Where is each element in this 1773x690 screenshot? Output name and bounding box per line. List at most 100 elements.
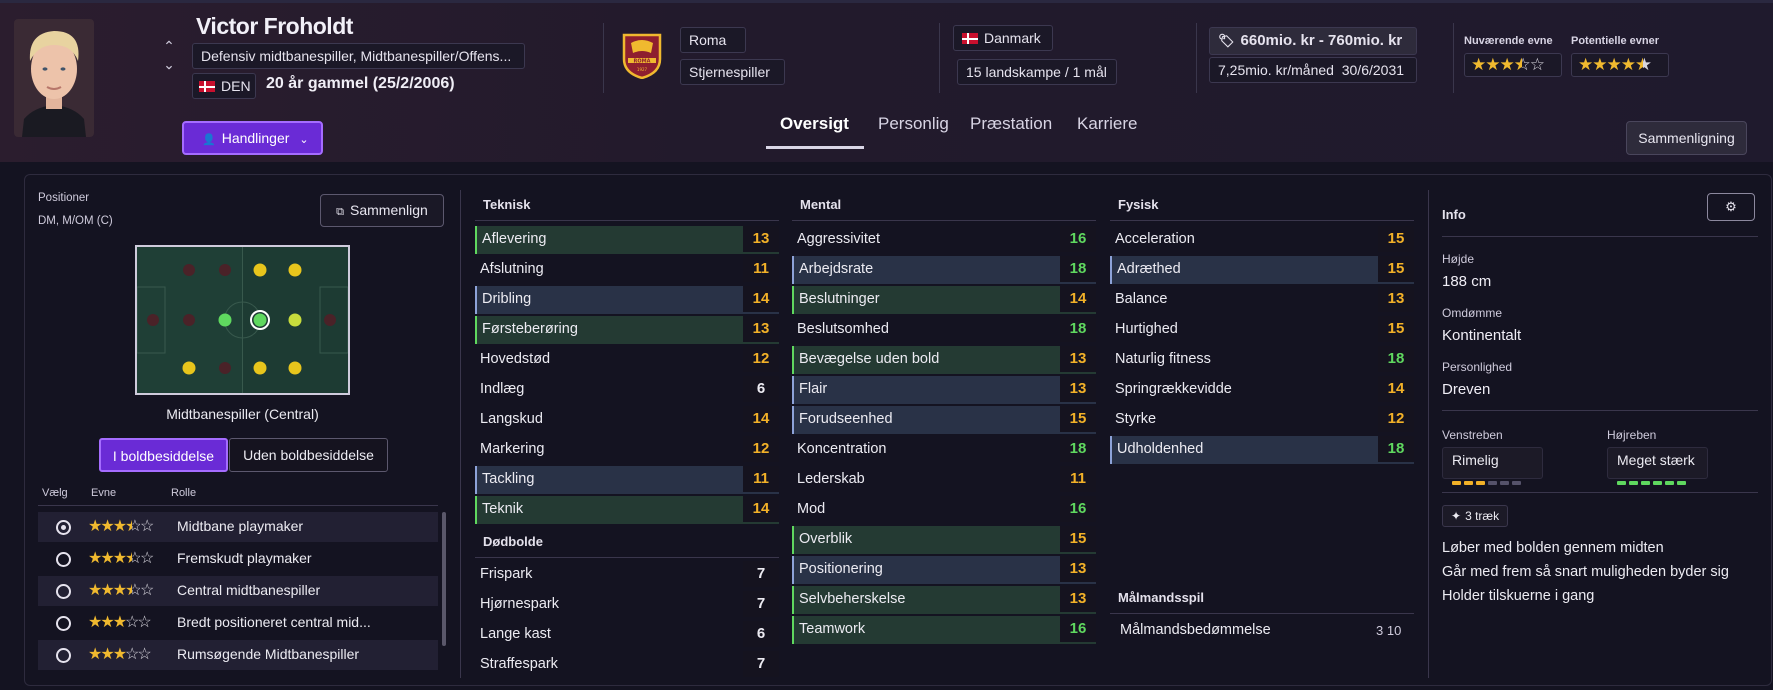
technical-attribute-row[interactable]: Markering 12 <box>475 436 779 464</box>
setpiece-attribute-row[interactable]: Hjørnespark 7 <box>475 591 779 619</box>
physical-title: Fysisk <box>1118 197 1159 212</box>
role-radio[interactable] <box>56 520 71 535</box>
technical-attribute-row[interactable]: Afslutning 11 <box>475 256 779 284</box>
role-row[interactable]: ★★★★☆☆Fremskudt playmaker <box>38 544 438 574</box>
attribute-name: Langskud <box>480 411 543 427</box>
goalkeeping-title: Målmandsspil <box>1118 590 1204 605</box>
attribute-name: Hjørnespark <box>480 596 559 612</box>
physical-attribute-row[interactable]: Balance 13 <box>1110 286 1414 314</box>
attribute-value: 13 <box>1378 286 1414 312</box>
attribute-name: Teamwork <box>799 621 866 637</box>
attribute-name: Markering <box>480 441 545 457</box>
mental-attribute-row[interactable]: Aggressivitet 16 <box>792 226 1096 254</box>
player-header: ⌃ ⌃ Victor Froholdt Defensiv midtbanespi… <box>0 0 1773 162</box>
attribute-value: 18 <box>1378 346 1414 372</box>
technical-attribute-row[interactable]: Teknik 14 <box>475 496 779 524</box>
technical-attribute-row[interactable]: Aflevering 13 <box>475 226 779 254</box>
current-ability-label: Nuværende evne <box>1464 35 1553 47</box>
attribute-name: Lange kast <box>480 626 551 642</box>
attribute-value: 18 <box>1060 436 1096 462</box>
role-name: Rumsøgende Midtbanespiller <box>177 646 360 662</box>
role-radio[interactable] <box>56 552 71 567</box>
comparison-button[interactable]: Sammenligning <box>1626 121 1747 155</box>
role-row[interactable]: ★★★★☆☆Central midtbanespiller <box>38 576 438 606</box>
mental-attribute-row[interactable]: Overblik 15 <box>792 526 1096 554</box>
settings-icon[interactable]: ⚙ <box>1707 193 1755 221</box>
role-stars-half: ★ <box>125 516 132 536</box>
role-row[interactable]: ★★★☆☆ Bredt positioneret central mid... <box>38 608 438 638</box>
mental-attribute-row[interactable]: Flair 13 <box>792 376 1096 404</box>
chevron-up-icon[interactable]: ⌃ <box>160 37 178 55</box>
technical-attribute-row[interactable]: Langskud 14 <box>475 406 779 434</box>
role-radio[interactable] <box>56 616 71 631</box>
technical-attribute-row[interactable]: Dribling 14 <box>475 286 779 314</box>
international-caps: 15 landskampe / 1 mål <box>957 59 1117 85</box>
attribute-name: Mod <box>797 501 826 517</box>
mental-attribute-row[interactable]: Positionering 13 <box>792 556 1096 584</box>
mental-attribute-row[interactable]: Beslutninger 14 <box>792 286 1096 314</box>
chevron-down-icon[interactable]: ⌃ <box>160 55 178 73</box>
user-icon: 👤 <box>202 134 216 146</box>
player-photo <box>14 19 94 137</box>
attribute-value: 11 <box>743 466 779 492</box>
tab-performance[interactable]: Præstation <box>970 114 1052 134</box>
mental-attribute-row[interactable]: Selvbeherskelse 13 <box>792 586 1096 614</box>
tab-overview[interactable]: Oversigt <box>780 114 849 134</box>
mental-attribute-row[interactable]: Bevægelse uden bold 13 <box>792 346 1096 374</box>
mental-attribute-row[interactable]: Beslutsomhed 18 <box>792 316 1096 344</box>
out-of-possession-toggle[interactable]: Uden boldbesiddelse <box>229 438 388 472</box>
physical-attribute-row[interactable]: Springrækkevidde 14 <box>1110 376 1414 404</box>
role-stars-half-empty: ☆ <box>132 518 141 535</box>
attribute-name: Balance <box>1115 291 1168 307</box>
role-stars-full: ★★★ <box>88 518 127 535</box>
mental-attribute-row[interactable]: Arbejdsrate 18 <box>792 256 1096 284</box>
setpiece-attribute-row[interactable]: Frispark 7 <box>475 561 779 589</box>
reputation-value: Kontinentalt <box>1442 327 1522 344</box>
attribute-value: 12 <box>743 436 779 462</box>
mental-attribute-row[interactable]: Teamwork 16 <box>792 616 1096 644</box>
role-ability-stars: ★★★☆☆ <box>88 644 152 664</box>
technical-attribute-row[interactable]: Tackling 11 <box>475 466 779 494</box>
role-radio[interactable] <box>56 584 71 599</box>
mental-attribute-row[interactable]: Forudseenhed 15 <box>792 406 1096 434</box>
in-possession-toggle[interactable]: I boldbesiddelse <box>99 438 228 472</box>
actions-button[interactable]: 👤 Handlinger ⌄ <box>182 121 323 155</box>
mental-attribute-row[interactable]: Koncentration 18 <box>792 436 1096 464</box>
tab-personal[interactable]: Personlig <box>878 114 949 134</box>
roles-scrollbar[interactable] <box>442 512 446 646</box>
attribute-name: Bevægelse uden bold <box>799 351 940 367</box>
role-row[interactable]: ★★★★☆☆Midtbane playmaker <box>38 512 438 542</box>
section-line <box>475 220 779 221</box>
roles-header-select: Vælg <box>42 487 68 499</box>
section-line <box>792 220 1096 221</box>
physical-attribute-row[interactable]: Acceleration 15 <box>1110 226 1414 254</box>
role-radio[interactable] <box>56 648 71 663</box>
club-name[interactable]: Roma <box>680 27 746 53</box>
physical-attribute-row[interactable]: Styrke 12 <box>1110 406 1414 434</box>
physical-attribute-row[interactable]: Udholdenhed 18 <box>1110 436 1414 464</box>
nation-name[interactable]: Danmark <box>953 25 1053 51</box>
mental-attribute-row[interactable]: Lederskab 11 <box>792 466 1096 494</box>
divider <box>939 23 940 93</box>
physical-attribute-row[interactable]: Adræthed 15 <box>1110 256 1414 284</box>
role-row[interactable]: ★★★☆☆ Rumsøgende Midtbanespiller <box>38 640 438 670</box>
setpiece-attribute-row[interactable]: Lange kast 6 <box>475 621 779 649</box>
physical-attribute-row[interactable]: Hurtighed 15 <box>1110 316 1414 344</box>
role-stars-empty: ☆☆ <box>125 614 152 631</box>
setpiece-attribute-row[interactable]: Straffespark 7 <box>475 651 779 679</box>
right-foot-bar <box>1617 472 1689 490</box>
compare-positions-button[interactable]: ⧉ Sammenlign <box>320 194 444 227</box>
sparkle-icon: ✦ <box>1451 509 1462 523</box>
denmark-flag-icon <box>199 81 215 92</box>
attribute-value: 14 <box>1060 286 1096 312</box>
club-logo[interactable]: ROMA 1927 <box>621 31 663 80</box>
technical-attribute-row[interactable]: Indlæg 6 <box>475 376 779 404</box>
attribute-value: 6 <box>743 376 779 402</box>
technical-attribute-row[interactable]: Førsteberøring 13 <box>475 316 779 344</box>
mental-attribute-row[interactable]: Mod 16 <box>792 496 1096 524</box>
physical-attribute-row[interactable]: Naturlig fitness 18 <box>1110 346 1414 374</box>
tab-career[interactable]: Karriere <box>1077 114 1137 134</box>
attribute-value: 13 <box>743 226 779 252</box>
technical-attribute-row[interactable]: Hovedstød 12 <box>475 346 779 374</box>
attribute-value: 15 <box>1060 526 1096 552</box>
